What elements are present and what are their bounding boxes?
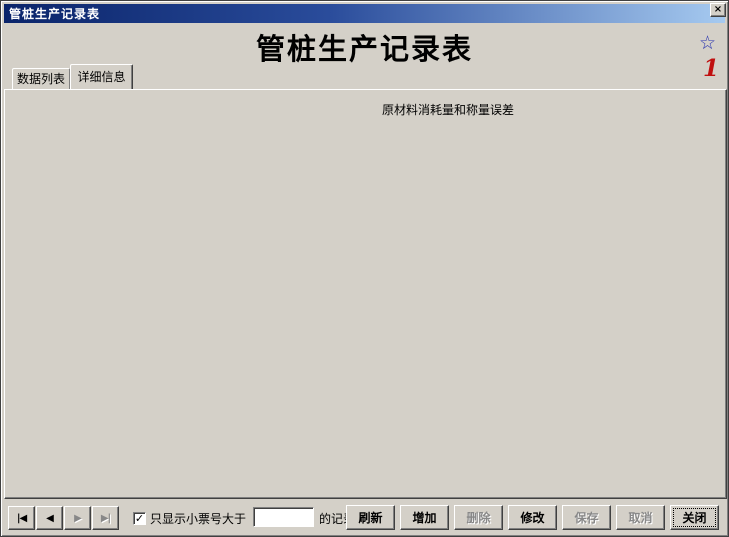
materials-group-title: 原材料消耗量和称量误差 [378, 101, 518, 118]
modify-button[interactable]: 修改 [508, 505, 557, 530]
nav-prev-icon[interactable]: ◀ [36, 506, 63, 530]
check-icon: ✓ [135, 512, 144, 525]
nav-next-icon[interactable]: ▶ [64, 506, 91, 530]
page-title: 管桩生产记录表 [1, 26, 728, 68]
window-title: 管桩生产记录表 [9, 5, 100, 22]
cancel-button[interactable]: 取消 [616, 505, 665, 530]
nav-first-icon[interactable]: |◀ [8, 506, 35, 530]
filter-ticket-input[interactable] [253, 507, 314, 527]
save-button[interactable]: 保存 [562, 505, 611, 530]
star-icon: ☆ [699, 32, 716, 54]
titlebar: 管桩生产记录表 [4, 4, 725, 23]
refresh-button[interactable]: 刷新 [346, 505, 395, 530]
add-button[interactable]: 增加 [400, 505, 449, 530]
nav-last-icon[interactable]: ▶| [92, 506, 119, 530]
delete-button[interactable]: 删除 [454, 505, 503, 530]
tab-detail-info[interactable]: 详细信息 [70, 64, 133, 89]
record-indicator: 1 [703, 55, 719, 82]
tab-content-panel [4, 89, 727, 499]
tab-data-list[interactable]: 数据列表 [12, 68, 70, 89]
filter-checkbox[interactable]: ✓ [133, 512, 146, 525]
filter-label-before: 只显示小票号大于 [150, 512, 246, 526]
close-icon[interactable]: × [710, 3, 726, 17]
close-form-button[interactable]: 关闭 [670, 505, 719, 530]
window: 管桩生产记录表 × 管桩生产记录表 ☆ 1 数据列表 详细信息 小票编号： 状 … [0, 0, 729, 537]
